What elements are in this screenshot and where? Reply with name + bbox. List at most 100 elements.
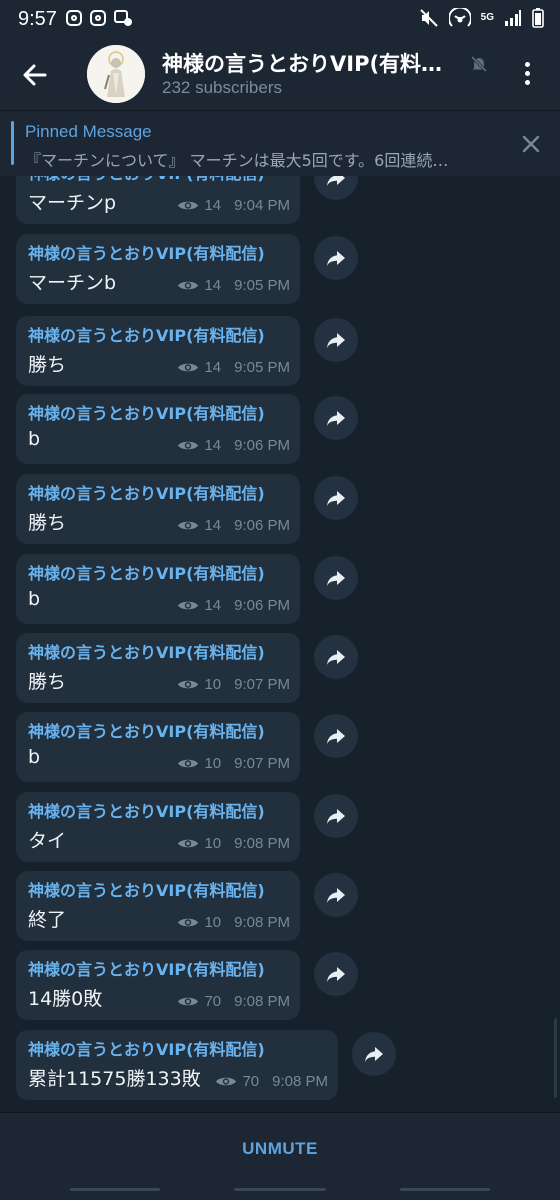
view-count: 10 <box>204 914 222 931</box>
message-bubble[interactable]: 神様の言うとおりVIP(有料配信) 勝ち 10 9:07 PM <box>16 633 300 703</box>
view-count: 14 <box>204 359 222 376</box>
forward-button[interactable] <box>314 318 358 362</box>
eye-icon <box>177 199 199 212</box>
signal-icon <box>504 9 522 27</box>
forward-button[interactable] <box>314 476 358 520</box>
nav-recents[interactable] <box>70 1188 160 1191</box>
message-bubble[interactable]: 神様の言うとおりVIP(有料配信) 勝ち 14 9:06 PM <box>16 474 300 544</box>
message-sender[interactable]: 神様の言うとおりVIP(有料配信) <box>28 877 265 901</box>
message-time: 9:07 PM <box>234 676 290 693</box>
message-meta: 14 9:05 PM <box>177 277 290 294</box>
message-bubble[interactable]: 神様の言うとおりVIP(有料配信) b 14 9:06 PM <box>16 394 300 464</box>
view-count: 14 <box>204 197 222 214</box>
pinned-text: 『マーチンについて』 マーチンは最大5回です。6回連続… <box>25 151 449 170</box>
forward-button[interactable] <box>314 236 358 280</box>
status-notification-icons <box>66 10 132 30</box>
message-sender[interactable]: 神様の言うとおりVIP(有料配信) <box>28 718 265 742</box>
forward-button[interactable] <box>314 714 358 758</box>
message-text: b <box>28 428 41 450</box>
message-time: 9:04 PM <box>234 197 290 214</box>
forward-button[interactable] <box>314 396 358 440</box>
message-time: 9:06 PM <box>234 597 290 614</box>
unmute-button[interactable]: UNMUTE <box>0 1113 560 1185</box>
message-meta: 10 9:07 PM <box>177 676 290 693</box>
message-bubble[interactable]: 神様の言うとおりVIP(有料配信) マーチンb 14 9:05 PM <box>16 234 300 304</box>
message-bubble[interactable]: 神様の言うとおりVIP(有料配信) 14勝0敗 70 9:08 PM <box>16 950 300 1020</box>
forward-button[interactable] <box>314 873 358 917</box>
pinned-message[interactable]: Pinned Message 『マーチンについて』 マーチンは最大5回です。6回… <box>0 110 560 176</box>
message-time: 9:08 PM <box>234 914 290 931</box>
transit-icon <box>114 10 132 30</box>
bottom-bar: UNMUTE <box>0 1112 560 1184</box>
close-pinned-button[interactable] <box>518 131 544 157</box>
more-vertical-icon[interactable] <box>520 62 534 88</box>
message-bubble[interactable]: 神様の言うとおりVIP(有料配信) タイ 10 9:08 PM <box>16 792 300 862</box>
message-text: b <box>28 746 41 768</box>
deity-figure-icon <box>87 45 145 103</box>
message-text: 勝ち <box>28 512 67 534</box>
view-count: 10 <box>204 676 222 693</box>
message-bubble[interactable]: 神様の言うとおりVIP(有料配信) b 10 9:07 PM <box>16 712 300 782</box>
chat-header: 神様の言うとおりVIP(有料… 232 subscribers <box>0 38 560 110</box>
message-bubble[interactable]: 神様の言うとおりVIP(有料配信) マーチンp 14 9:04 PM <box>16 176 300 224</box>
message-text: b <box>28 588 41 610</box>
message-sender[interactable]: 神様の言うとおりVIP(有料配信) <box>28 240 265 264</box>
message-meta: 14 9:06 PM <box>177 597 290 614</box>
eye-icon <box>177 439 199 452</box>
status-bar: 9:57 5G <box>0 0 560 38</box>
message-sender[interactable]: 神様の言うとおりVIP(有料配信) <box>28 639 265 663</box>
arrow-left-icon <box>23 64 47 86</box>
forward-button[interactable] <box>314 176 358 200</box>
channel-title[interactable]: 神様の言うとおりVIP(有料… <box>162 48 442 78</box>
eye-icon <box>177 916 199 929</box>
forward-button[interactable] <box>314 794 358 838</box>
message-sender[interactable]: 神様の言うとおりVIP(有料配信) <box>28 400 265 424</box>
instagram-icon <box>66 10 82 26</box>
message-sender[interactable]: 神様の言うとおりVIP(有料配信) <box>28 560 265 584</box>
message-bubble[interactable]: 神様の言うとおりVIP(有料配信) 終了 10 9:08 PM <box>16 871 300 941</box>
message-list[interactable]: 神様の言うとおりVIP(有料配信)マーチンp149:04 PM神様の言うとおりV… <box>0 176 560 1112</box>
forward-button[interactable] <box>314 556 358 600</box>
hotspot-icon <box>448 8 471 28</box>
instagram-icon <box>90 10 106 26</box>
view-count: 14 <box>204 277 222 294</box>
scrollbar[interactable] <box>554 1018 557 1098</box>
message-sender[interactable]: 神様の言うとおりVIP(有料配信) <box>28 956 265 980</box>
message-meta: 10 9:08 PM <box>177 835 290 852</box>
eye-icon <box>177 599 199 612</box>
eye-icon <box>177 519 199 532</box>
forward-button[interactable] <box>314 952 358 996</box>
message-bubble[interactable]: 神様の言うとおりVIP(有料配信) 勝ち 14 9:05 PM <box>16 316 300 386</box>
nav-back[interactable] <box>400 1188 490 1191</box>
message-bubble[interactable]: 神様の言うとおりVIP(有料配信) b 14 9:06 PM <box>16 554 300 624</box>
system-nav-bar <box>0 1184 560 1200</box>
view-count: 14 <box>204 437 222 454</box>
message-sender[interactable]: 神様の言うとおりVIP(有料配信) <box>28 176 265 184</box>
message-sender[interactable]: 神様の言うとおりVIP(有料配信) <box>28 480 265 504</box>
view-count: 14 <box>204 597 222 614</box>
close-icon <box>522 135 540 153</box>
channel-avatar[interactable] <box>87 45 145 103</box>
forward-button[interactable] <box>314 635 358 679</box>
message-sender[interactable]: 神様の言うとおりVIP(有料配信) <box>28 1036 265 1060</box>
message-sender[interactable]: 神様の言うとおりVIP(有料配信) <box>28 798 265 822</box>
message-time: 9:08 PM <box>234 835 290 852</box>
message-bubble[interactable]: 神様の言うとおりVIP(有料配信) 累計11575勝133敗 70 9:08 PM <box>16 1030 338 1100</box>
message-time: 9:05 PM <box>234 277 290 294</box>
network-type: 5G <box>480 12 494 23</box>
message-text: マーチンb <box>28 272 117 294</box>
message-time: 9:07 PM <box>234 755 290 772</box>
view-count: 70 <box>204 993 222 1010</box>
nav-home[interactable] <box>234 1188 326 1191</box>
message-meta: 70 9:08 PM <box>177 993 290 1010</box>
message-text: 勝ち <box>28 671 67 693</box>
back-button[interactable] <box>18 58 52 92</box>
message-text: マーチンp <box>28 192 117 214</box>
message-meta: 14 9:06 PM <box>177 517 290 534</box>
message-time: 9:06 PM <box>234 517 290 534</box>
eye-icon <box>177 995 199 1008</box>
message-sender[interactable]: 神様の言うとおりVIP(有料配信) <box>28 322 265 346</box>
view-count: 70 <box>242 1073 260 1090</box>
forward-button[interactable] <box>352 1032 396 1076</box>
message-meta: 10 9:07 PM <box>177 755 290 772</box>
